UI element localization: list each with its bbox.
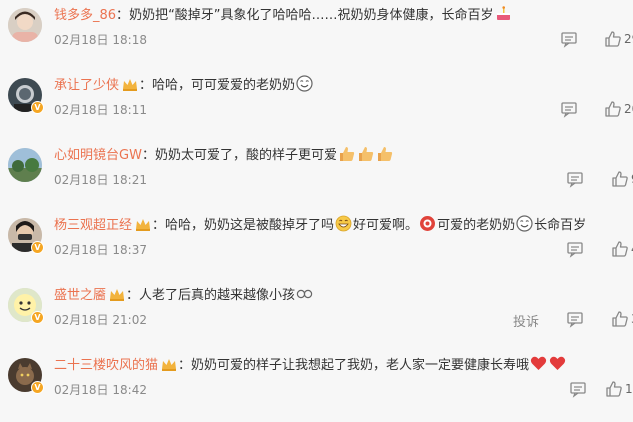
comment-actions: 2058 (333, 100, 633, 118)
crown-icon (161, 358, 177, 371)
comment-line: 二十三楼吹风的猫 ：奶奶可爱的样子让我想起了我奶，老人家一定要健康长寿哦 (54, 355, 567, 375)
reply-icon[interactable] (566, 170, 584, 188)
red-face-emoji (419, 215, 436, 232)
comment-text: 长命百岁 (534, 218, 587, 233)
like-icon[interactable] (611, 240, 629, 258)
comment-line: 钱多多_86：奶奶把“酸掉牙”具象化了哈哈哈……祝奶奶身体健康，长命百岁 (54, 5, 513, 25)
comment-timestamp: 02月18日 18:37 (54, 241, 147, 258)
username-link[interactable]: 盛世之靥 (54, 288, 106, 303)
comment-text: 哈哈，奶奶这是被酸掉牙了吗 (165, 218, 335, 233)
comment-actions: 100 (333, 380, 633, 398)
crown-icon (109, 288, 125, 301)
comment-actions: 433 (333, 240, 633, 258)
reply-icon[interactable] (566, 310, 584, 328)
comment-line: 盛世之靥 ：人老了后真的越来越像小孩 (54, 285, 314, 305)
comment-item: V 杨三观超正经 ：哈哈，奶奶这是被酸掉牙了吗 好可爱啊。 可爱的老奶奶 长命百岁 02… (0, 210, 633, 282)
like-icon[interactable] (605, 380, 623, 398)
thumbs-up-emoji (338, 145, 355, 162)
comment-text: 好可爱啊。 (353, 218, 419, 233)
separator: ： (178, 358, 192, 373)
heart-emoji (530, 355, 547, 372)
comment-text: 可爱的老奶奶 (437, 218, 516, 233)
comment-time: 18:42 (112, 383, 147, 397)
comment-time: 18:18 (112, 33, 147, 47)
report-link[interactable]: 投诉 (513, 311, 539, 330)
username-link[interactable]: 杨三观超正经 (54, 218, 132, 233)
comment-date: 02月18日 (54, 103, 109, 117)
comment-date: 02月18日 (54, 33, 109, 47)
like-count: 2961 (624, 32, 633, 46)
comment-time: 18:37 (112, 243, 147, 257)
username-link[interactable]: 钱多多_86 (54, 8, 116, 23)
comment-line: 杨三观超正经 ：哈哈，奶奶这是被酸掉牙了吗 好可爱啊。 可爱的老奶奶 长命百岁 (54, 215, 586, 235)
comment-actions: 936 (333, 170, 633, 188)
username-link[interactable]: 承让了少侠 (54, 78, 119, 93)
comment-text: 奶奶把“酸掉牙”具象化了哈哈哈……祝奶奶身体健康，长命百岁 (129, 8, 494, 23)
heart-emoji (549, 355, 566, 372)
username-link[interactable]: 二十三楼吹风的猫 (54, 358, 158, 373)
comment-text: 人老了后真的越来越像小孩 (139, 288, 296, 303)
comment-timestamp: 02月18日 18:18 (54, 31, 147, 48)
comment-line: 心如明镜台GW：奶奶太可爱了，酸的样子更可爱 (54, 145, 394, 165)
comment-date: 02月18日 (54, 383, 109, 397)
comment-actions: 2961 (333, 30, 633, 48)
separator: ： (152, 218, 166, 233)
crown-icon (135, 218, 151, 231)
reply-icon[interactable] (566, 240, 584, 258)
comment-date: 02月18日 (54, 313, 109, 327)
separator: ： (126, 288, 140, 303)
crown-icon (122, 78, 138, 91)
smile-emoji (516, 215, 533, 232)
reply-icon[interactable] (569, 380, 587, 398)
verified-badge: V (31, 241, 44, 254)
reply-icon[interactable] (560, 100, 578, 118)
comment-item: 钱多多_86：奶奶把“酸掉牙”具象化了哈哈哈……祝奶奶身体健康，长命百岁 02月… (0, 0, 633, 72)
like-icon[interactable] (604, 30, 622, 48)
separator: ： (116, 8, 130, 23)
thumbs-up-emoji (357, 145, 374, 162)
comment-item: V 二十三楼吹风的猫 ：奶奶可爱的样子让我想起了我奶，老人家一定要健康长寿哦 02… (0, 350, 633, 422)
smile-emoji (296, 75, 313, 92)
verified-badge: V (31, 381, 44, 394)
comment-date: 02月18日 (54, 243, 109, 257)
comment-timestamp: 02月18日 18:21 (54, 171, 147, 188)
avatar[interactable] (8, 148, 42, 182)
separator: ： (139, 78, 153, 93)
comment-text: 奶奶太可爱了，酸的样子更可爱 (154, 148, 337, 163)
comment-item: V 承让了少侠 ：哈哈，可可爱爱的老奶奶 02月18日 18:11 2058 (0, 70, 633, 142)
verified-badge: V (31, 311, 44, 324)
like-icon[interactable] (611, 170, 629, 188)
comment-time: 18:21 (112, 173, 147, 187)
username-link[interactable]: 心如明镜台GW (54, 148, 142, 163)
comment-timestamp: 02月18日 18:11 (54, 101, 147, 118)
comment-item: V 盛世之靥 ：人老了后真的越来越像小孩 02月18日 21:02 投诉 362 (0, 280, 633, 352)
comment-text: 哈哈，可可爱爱的老奶奶 (152, 78, 296, 93)
like-count: 2058 (624, 102, 633, 116)
like-icon[interactable] (604, 100, 622, 118)
comment-time: 18:11 (112, 103, 147, 117)
comment-text: 奶奶可爱的样子让我想起了我奶，老人家一定要健康长寿哦 (191, 358, 530, 373)
reply-icon[interactable] (560, 30, 578, 48)
separator: ： (141, 148, 155, 163)
verified-badge: V (31, 101, 44, 114)
comment-timestamp: 02月18日 21:02 (54, 311, 147, 328)
laughing-emoji (335, 215, 352, 232)
comment-timestamp: 02月18日 18:42 (54, 381, 147, 398)
comment-date: 02月18日 (54, 173, 109, 187)
glasses-emoji (296, 285, 313, 302)
comment-item: 心如明镜台GW：奶奶太可爱了，酸的样子更可爱 02月18日 18:21 936 (0, 140, 633, 212)
birthday-cake-emoji (495, 5, 512, 22)
like-count: 100 (625, 382, 633, 396)
comment-feed: 钱多多_86：奶奶把“酸掉牙”具象化了哈哈哈……祝奶奶身体健康，长命百岁 02月… (0, 0, 633, 411)
like-icon[interactable] (611, 310, 629, 328)
comment-time: 21:02 (112, 313, 147, 327)
comment-line: 承让了少侠 ：哈哈，可可爱爱的老奶奶 (54, 75, 314, 95)
comment-actions: 投诉 362 (333, 310, 633, 330)
avatar[interactable] (8, 8, 42, 42)
thumbs-up-emoji (376, 145, 393, 162)
